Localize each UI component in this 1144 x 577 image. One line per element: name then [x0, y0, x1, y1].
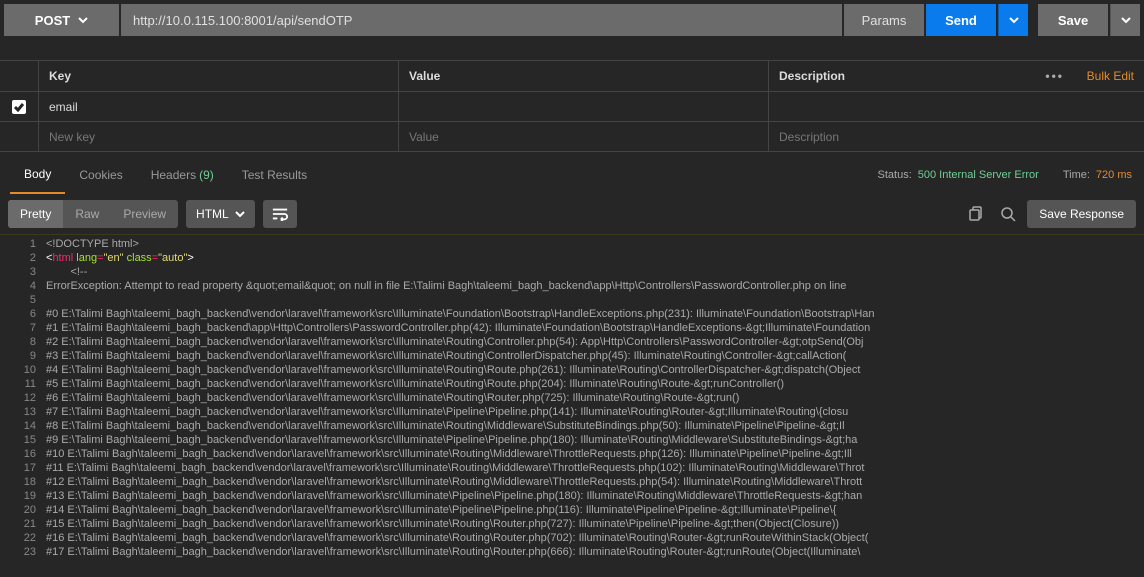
save-button[interactable]: Save	[1038, 4, 1108, 36]
wrap-lines-button[interactable]	[263, 200, 297, 228]
header-desc-label: Description	[779, 69, 845, 83]
http-method-selector[interactable]: POST	[4, 4, 119, 36]
tab-cookies[interactable]: Cookies	[65, 156, 136, 194]
http-method-label: POST	[35, 13, 70, 28]
code-line: <!DOCTYPE html>	[46, 238, 139, 250]
chevron-down-icon	[235, 209, 245, 219]
table-row-placeholder[interactable]: New key Value Description	[0, 122, 1144, 152]
wrap-icon	[272, 207, 288, 221]
code-line: #3 E:\Talimi Bagh\taleemi_bagh_backend\v…	[46, 349, 1144, 363]
view-raw[interactable]: Raw	[63, 200, 111, 228]
request-bar: POST Params Send Save	[0, 0, 1144, 40]
time-label: Time:	[1063, 169, 1090, 181]
language-label: HTML	[196, 207, 229, 221]
placeholder-value[interactable]: Value	[398, 122, 768, 151]
row-desc-cell[interactable]	[768, 92, 1144, 121]
code-line: #4 E:\Talimi Bagh\taleemi_bagh_backend\v…	[46, 363, 1144, 377]
code-line: #14 E:\Talimi Bagh\taleemi_bagh_backend\…	[46, 503, 1144, 517]
code-line: #15 E:\Talimi Bagh\taleemi_bagh_backend\…	[46, 517, 1144, 531]
code-line: #2 E:\Talimi Bagh\taleemi_bagh_backend\v…	[46, 335, 1144, 349]
tab-headers-label: Headers	[151, 168, 196, 182]
language-selector[interactable]: HTML	[186, 200, 255, 228]
code-line: #6 E:\Talimi Bagh\taleemi_bagh_backend\v…	[46, 391, 1144, 405]
copy-icon	[966, 206, 982, 222]
code-line: #13 E:\Talimi Bagh\taleemi_bagh_backend\…	[46, 489, 1144, 503]
chevron-down-icon	[1121, 15, 1131, 25]
code-line	[46, 293, 1144, 307]
chevron-down-icon	[78, 15, 88, 25]
table-row[interactable]: email	[0, 92, 1144, 122]
params-table: Key Value Description ••• Bulk Edit emai…	[0, 60, 1144, 152]
placeholder-desc[interactable]: Description	[768, 122, 1144, 151]
view-mode-toggle: Pretty Raw Preview	[8, 200, 178, 228]
save-options-caret[interactable]	[1110, 4, 1140, 36]
code-line: #9 E:\Talimi Bagh\taleemi_bagh_backend\v…	[46, 433, 1144, 447]
params-button[interactable]: Params	[844, 4, 924, 36]
code-line: #0 E:\Talimi Bagh\taleemi_bagh_backend\v…	[46, 307, 1144, 321]
status-value: 500 Internal Server Error	[918, 169, 1039, 181]
response-body-viewer[interactable]: 1<!DOCTYPE html> 2<html lang="en" class=…	[0, 234, 1144, 564]
header-description: Description ••• Bulk Edit	[768, 61, 1144, 91]
tab-headers[interactable]: Headers(9)	[137, 156, 228, 194]
row-value-cell[interactable]	[398, 92, 768, 121]
send-button[interactable]: Send	[926, 4, 996, 36]
code-line: #10 E:\Talimi Bagh\taleemi_bagh_backend\…	[46, 447, 1144, 461]
code-line: ErrorException: Attempt to read property…	[46, 279, 1144, 293]
code-line: <!--	[46, 265, 1144, 279]
search-button[interactable]	[993, 200, 1023, 228]
save-response-button[interactable]: Save Response	[1027, 200, 1136, 228]
code-line: #16 E:\Talimi Bagh\taleemi_bagh_backend\…	[46, 531, 1144, 545]
code-line: #7 E:\Talimi Bagh\taleemi_bagh_backend\v…	[46, 405, 1144, 419]
send-options-caret[interactable]	[998, 4, 1028, 36]
row-key-cell[interactable]: email	[38, 92, 398, 121]
copy-button[interactable]	[959, 200, 989, 228]
code-line: #12 E:\Talimi Bagh\taleemi_bagh_backend\…	[46, 475, 1144, 489]
search-icon	[1000, 206, 1016, 222]
bulk-edit-link[interactable]: Bulk Edit	[1087, 69, 1134, 83]
response-toolbar: Pretty Raw Preview HTML Save Response	[0, 194, 1144, 234]
header-key: Key	[38, 61, 398, 91]
code-line: #8 E:\Talimi Bagh\taleemi_bagh_backend\v…	[46, 419, 1144, 433]
code-line: #1 E:\Talimi Bagh\taleemi_bagh_backend\a…	[46, 321, 1144, 335]
code-line: #5 E:\Talimi Bagh\taleemi_bagh_backend\v…	[46, 377, 1144, 391]
check-icon	[14, 102, 24, 112]
chevron-down-icon	[1009, 15, 1019, 25]
status-label: Status:	[878, 169, 912, 181]
view-pretty[interactable]: Pretty	[8, 200, 63, 228]
placeholder-key[interactable]: New key	[38, 122, 398, 151]
tab-test-results[interactable]: Test Results	[228, 156, 321, 194]
header-value: Value	[398, 61, 768, 91]
code-line: #11 E:\Talimi Bagh\taleemi_bagh_backend\…	[46, 461, 1144, 475]
headers-count: (9)	[199, 168, 214, 182]
row-checkbox[interactable]	[12, 100, 26, 114]
toolbar-right-icons: Save Response	[959, 200, 1136, 228]
url-input[interactable]	[121, 4, 842, 36]
time-value: 720 ms	[1096, 169, 1132, 181]
response-status-bar: Status: 500 Internal Server Error Time: …	[878, 169, 1132, 181]
code-line: #17 E:\Talimi Bagh\taleemi_bagh_backend\…	[46, 545, 1144, 559]
response-tabs: Body Cookies Headers(9) Test Results Sta…	[0, 156, 1144, 194]
tab-body[interactable]: Body	[10, 156, 65, 194]
params-table-header: Key Value Description ••• Bulk Edit	[0, 60, 1144, 92]
view-preview[interactable]: Preview	[111, 200, 178, 228]
bulk-actions-icon[interactable]: •••	[1045, 69, 1064, 83]
